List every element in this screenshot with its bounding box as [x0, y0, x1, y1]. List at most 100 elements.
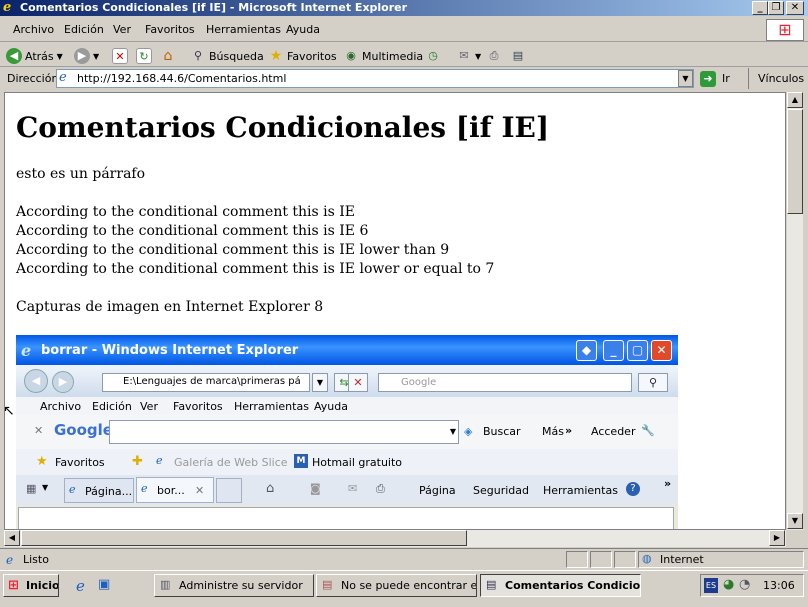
ie8-google-toolbar: ✕ Google ▼ ◈ Buscar Más » Acceder 🔧 — [16, 415, 678, 449]
ie8-menu-favoritos: Favoritos — [173, 400, 223, 413]
ie8-screenshot-image: e borrar - Windows Internet Explorer ◆ _… — [16, 335, 678, 529]
ie8-google-search-box — [109, 420, 459, 444]
horizontal-scrollbar[interactable]: ◀ ▶ — [4, 530, 786, 547]
globe-icon: ◍ — [642, 552, 652, 565]
zone-label: Internet — [660, 553, 704, 566]
paragraph: esto es un párrafo — [16, 166, 146, 182]
ie8-menu-ver: Ver — [140, 400, 158, 413]
media-button[interactable]: ◉ Multimedia — [343, 47, 423, 65]
scroll-down-icon[interactable]: ▼ — [787, 513, 803, 529]
menu-archivo[interactable]: Archivo — [13, 23, 54, 36]
ie8-back-icon: ◀ — [24, 369, 48, 393]
ie8-mas-label: Más — [542, 425, 564, 438]
edit-icon[interactable]: ▤ — [510, 48, 526, 64]
task-label: No se puede encontrar e... — [341, 579, 477, 592]
menu-ver[interactable]: Ver — [113, 23, 131, 36]
ie8-tab2-label: bor... — [157, 484, 185, 497]
horizontal-scroll-thumb[interactable] — [21, 530, 467, 546]
ie8-titlebar: e borrar - Windows Internet Explorer ◆ _… — [16, 335, 678, 365]
vertical-scrollbar[interactable]: ▲ ▼ — [786, 92, 803, 530]
conditional-line: According to the conditional comment thi… — [16, 204, 356, 220]
ie8-more-chevron-icon: » — [565, 424, 573, 437]
window-title: Comentarios Condicionales [if IE] - Micr… — [20, 1, 408, 14]
menu-herramientas[interactable]: Herramientas — [206, 23, 281, 36]
ie-icon: e — [3, 0, 12, 15]
back-dropdown-icon[interactable]: ▼ — [57, 52, 63, 61]
favorites-label: Favoritos — [287, 49, 337, 63]
task-no-se-puede[interactable]: ▤ No se puede encontrar e... — [316, 574, 477, 597]
favorites-button[interactable]: ★ Favoritos — [268, 47, 337, 65]
ie8-menu-archivo: Archivo — [40, 400, 82, 413]
ie8-acceder-label: Acceder — [591, 425, 636, 438]
minimize-button[interactable]: _ — [752, 1, 768, 15]
star-icon: ★ — [269, 48, 283, 64]
ie8-galeria-label: Galería de Web Slice — [174, 456, 288, 469]
server-icon: ▥ — [160, 578, 171, 591]
quicklaunch-explorer-icon[interactable]: ▣ — [98, 577, 110, 592]
scroll-right-icon[interactable]: ▶ — [769, 530, 785, 546]
ie8-slice-icon: e — [156, 454, 163, 467]
search-button[interactable]: ⚲ Búsqueda — [190, 47, 264, 65]
refresh-icon[interactable]: ↻ — [136, 48, 152, 64]
mail-icon[interactable]: ✉ — [456, 48, 472, 64]
task-label: Comentarios Condicio... — [505, 579, 641, 592]
ie8-forward-icon: ▶ — [52, 371, 74, 393]
menu-edicion[interactable]: Edición — [64, 23, 104, 36]
scroll-up-icon[interactable]: ▲ — [787, 92, 803, 108]
scroll-left-icon[interactable]: ◀ — [4, 530, 20, 546]
page-content: Comentarios Condicionales [if IE] esto e… — [4, 92, 786, 530]
language-indicator[interactable]: ES — [704, 578, 718, 593]
address-url: http://192.168.44.6/Comentarios.html — [77, 72, 287, 85]
window-titlebar[interactable]: e Comentarios Condicionales [if IE] - Mi… — [0, 0, 808, 16]
ie8-tabs-dropdown-icon: ▼ — [42, 483, 49, 492]
start-button[interactable]: ⊞ Inicio — [3, 574, 59, 597]
ie8-cmd-pagina: Página — [419, 484, 456, 497]
address-label: Dirección — [7, 72, 59, 85]
window-icon: ▤ — [486, 578, 497, 591]
mouse-cursor-icon: ↖ — [3, 403, 15, 419]
home-icon[interactable]: ⌂ — [160, 48, 176, 64]
forward-dropdown-icon[interactable]: ▼ — [93, 52, 99, 61]
maximize-button[interactable]: ❐ — [768, 1, 784, 15]
network-icon[interactable]: ◕ — [723, 577, 734, 592]
status-text: Listo — [23, 553, 49, 566]
task-label: Administre su servidor — [179, 579, 303, 592]
menu-ayuda[interactable]: Ayuda — [286, 23, 320, 36]
ie8-tabbar: ▦ ▼ e Página... e bor... ✕ ⌂ ◙ ✉ ⎙ Págin… — [16, 475, 678, 505]
close-button[interactable]: ✕ — [786, 1, 804, 15]
mail-dropdown-icon[interactable]: ▼ — [475, 52, 481, 61]
ie8-google-logo: Google — [54, 421, 113, 439]
media-icon: ◉ — [346, 49, 356, 62]
menu-favoritos[interactable]: Favoritos — [145, 23, 195, 36]
ie8-address-field: E:\Lenguajes de marca\primeras pá — [102, 373, 310, 392]
go-button[interactable]: ➜ Ir — [700, 69, 730, 88]
back-button[interactable]: ◀ Atrás ▼ — [6, 47, 63, 65]
ie8-favoritos-label: Favoritos — [55, 456, 105, 469]
ie8-address-dropdown-icon: ▼ — [312, 373, 328, 392]
stop-icon[interactable]: ✕ — [112, 48, 128, 64]
print-icon[interactable]: ⎙ — [486, 48, 502, 64]
quicklaunch-ie-icon[interactable]: e — [76, 577, 85, 595]
conditional-line: According to the conditional comment thi… — [16, 242, 450, 258]
address-input[interactable]: e http://192.168.44.6/Comentarios.html ▼ — [56, 69, 694, 88]
address-dropdown-icon[interactable]: ▼ — [678, 70, 693, 87]
history-icon[interactable]: ◷ — [425, 48, 441, 64]
menu-bar: Archivo Edición Ver Favoritos Herramient… — [0, 18, 808, 42]
ie8-search-placeholder: Google — [401, 377, 437, 388]
forward-button[interactable]: ▶ ▼ — [74, 47, 99, 65]
links-label[interactable]: Vínculos — [758, 72, 804, 85]
ie8-favorites-star-icon: ★ — [36, 454, 48, 469]
taskbar: ⊞ Inicio e ▣ ▥ Administre su servidor ▤ … — [0, 570, 808, 607]
volume-icon[interactable]: ◔ — [739, 577, 750, 592]
vertical-scroll-thumb[interactable] — [787, 109, 803, 214]
back-arrow-icon: ◀ — [6, 48, 22, 64]
ie8-google-dropdown-icon: ▼ — [449, 427, 457, 436]
task-comentarios[interactable]: ▤ Comentarios Condicio... — [480, 574, 641, 597]
ie8-menu-edicion: Edición — [92, 400, 132, 413]
ie8-page-area — [18, 507, 674, 529]
ie8-menu-ayuda: Ayuda — [314, 400, 348, 413]
task-administre[interactable]: ▥ Administre su servidor — [154, 574, 314, 597]
ie8-tab2-icon: e — [141, 482, 148, 495]
page-icon: e — [59, 70, 67, 85]
ie8-favorites-bar: ★ Favoritos ✚ e Galería de Web Slice M H… — [16, 449, 678, 475]
